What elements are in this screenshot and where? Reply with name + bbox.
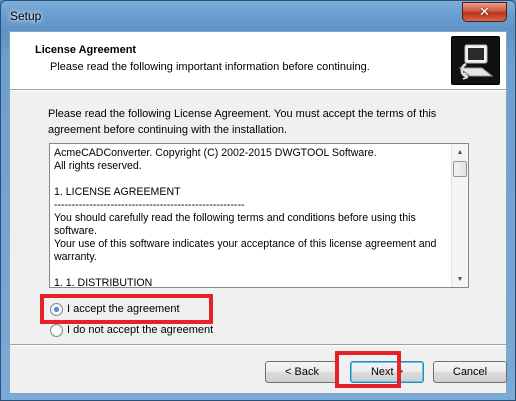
license-line: ----------------------------------------… bbox=[54, 199, 245, 211]
page-subtitle: Please read the following important info… bbox=[50, 61, 370, 73]
license-line: Your use of this software indicates your… bbox=[54, 238, 437, 263]
setup-window: Setup ✕ License Agreement Please read th… bbox=[0, 0, 516, 401]
scroll-down-icon[interactable]: ▼ bbox=[452, 271, 468, 287]
license-text: AcmeCADConverter. Copyright (C) 2002-201… bbox=[54, 147, 450, 288]
header-divider bbox=[10, 89, 506, 91]
license-line bbox=[54, 173, 450, 186]
license-line: 1. LICENSE AGREEMENT bbox=[54, 186, 181, 198]
footer-divider bbox=[10, 344, 506, 346]
wizard-client-area: License Agreement Please read the follow… bbox=[9, 31, 507, 394]
installer-computer-icon bbox=[451, 36, 500, 85]
cancel-button[interactable]: Cancel bbox=[433, 361, 507, 383]
highlight-box-next bbox=[335, 351, 401, 388]
license-line: You should carefully read the following … bbox=[54, 212, 416, 237]
scroll-up-icon[interactable]: ▲ bbox=[452, 144, 468, 160]
close-icon: ✕ bbox=[479, 4, 490, 20]
license-line: All rights reserved. bbox=[54, 160, 142, 172]
license-text-area[interactable]: AcmeCADConverter. Copyright (C) 2002-201… bbox=[49, 143, 469, 288]
decline-radio-option[interactable]: I do not accept the agreement bbox=[50, 322, 213, 338]
highlight-box-accept bbox=[40, 294, 213, 324]
license-line: 1. 1. DISTRIBUTION bbox=[54, 277, 153, 288]
license-line: AcmeCADConverter. Copyright (C) 2002-201… bbox=[54, 147, 377, 159]
page-title: License Agreement bbox=[35, 44, 137, 56]
decline-radio-label[interactable]: I do not accept the agreement bbox=[67, 324, 213, 336]
license-line bbox=[54, 264, 450, 277]
title-bar[interactable]: Setup ✕ bbox=[1, 1, 515, 31]
close-button[interactable]: ✕ bbox=[462, 2, 507, 22]
license-scrollbar[interactable]: ▲ ▼ bbox=[451, 144, 468, 287]
wizard-header: License Agreement Please read the follow… bbox=[10, 32, 506, 89]
window-title: Setup bbox=[10, 9, 42, 23]
decline-radio-button[interactable] bbox=[50, 323, 63, 337]
scroll-thumb[interactable] bbox=[453, 161, 467, 177]
license-instructions: Please read the following License Agreem… bbox=[48, 108, 437, 136]
back-button[interactable]: < Back bbox=[265, 361, 339, 383]
